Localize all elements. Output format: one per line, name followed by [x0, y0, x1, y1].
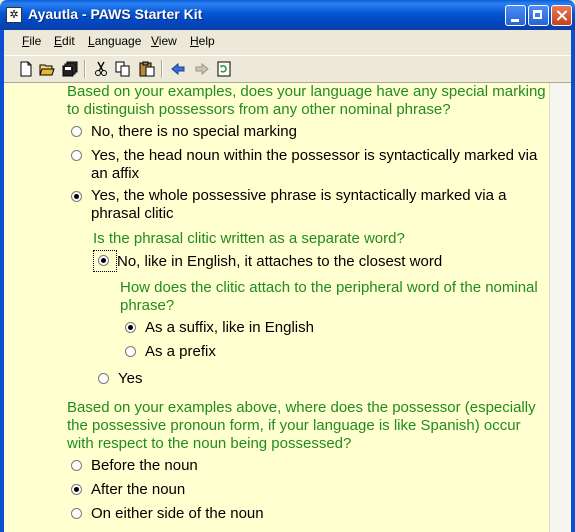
- question-possessor-marking: Based on your examples, does your langua…: [67, 83, 546, 118]
- option-label[interactable]: Yes, the whole possessive phrase is synt…: [91, 187, 541, 223]
- question-clitic-attach-position: How does the clitic attach to the periph…: [120, 279, 538, 314]
- minimize-button[interactable]: [505, 5, 526, 26]
- radio-before-noun[interactable]: [71, 460, 82, 471]
- copy-icon[interactable]: [115, 61, 131, 77]
- option-label[interactable]: As a prefix: [145, 343, 216, 361]
- menu-language[interactable]: Language: [88, 34, 141, 48]
- radio-head-noun-affix[interactable]: [71, 150, 82, 161]
- radio-clitic-separate-yes[interactable]: [98, 373, 109, 384]
- refresh-icon[interactable]: [216, 61, 232, 77]
- option-label[interactable]: After the noun: [91, 481, 185, 499]
- menu-edit[interactable]: Edit: [54, 34, 75, 48]
- title-bar[interactable]: ✲ Ayautla - PAWS Starter Kit: [0, 0, 575, 30]
- cut-icon[interactable]: [93, 61, 109, 77]
- menu-bar: File Edit Language View Help: [4, 30, 571, 52]
- menu-help[interactable]: Help: [190, 34, 215, 48]
- vertical-scrollbar[interactable]: [549, 83, 571, 532]
- radio-as-prefix[interactable]: [125, 346, 136, 357]
- app-icon[interactable]: ✲: [6, 7, 22, 23]
- menu-view[interactable]: View: [151, 34, 177, 48]
- option-label[interactable]: Yes: [118, 370, 142, 388]
- radio-as-suffix[interactable]: [125, 322, 136, 333]
- option-label[interactable]: No, there is no special marking: [91, 123, 297, 141]
- question-possessor-position: Based on your examples above, where does…: [67, 399, 536, 452]
- maximize-button[interactable]: [528, 5, 549, 26]
- window-frame-right: [571, 30, 575, 532]
- paste-icon[interactable]: [139, 61, 155, 77]
- close-button[interactable]: [551, 5, 572, 26]
- option-label[interactable]: No, like in English, it attaches to the …: [117, 253, 442, 271]
- radio-phrasal-clitic[interactable]: [71, 191, 82, 202]
- open-icon[interactable]: [39, 61, 55, 77]
- radio-either-side[interactable]: [71, 508, 82, 519]
- window-title: Ayautla - PAWS Starter Kit: [28, 6, 203, 22]
- question-clitic-separate-word: Is the phrasal clitic written as a separ…: [93, 230, 405, 247]
- option-label[interactable]: On either side of the noun: [91, 505, 264, 523]
- toolbar: [4, 55, 571, 83]
- save-all-icon[interactable]: [62, 61, 78, 77]
- new-icon[interactable]: [18, 61, 34, 77]
- radio-clitic-attaches[interactable]: [98, 255, 109, 266]
- radio-after-noun[interactable]: [71, 484, 82, 495]
- back-icon[interactable]: [170, 61, 186, 77]
- option-label[interactable]: Yes, the head noun within the possessor …: [91, 147, 541, 183]
- menu-file[interactable]: File: [22, 34, 41, 48]
- option-label[interactable]: As a suffix, like in English: [145, 319, 314, 337]
- questionnaire-panel: Based on your examples, does your langua…: [4, 83, 549, 532]
- forward-icon[interactable]: [194, 61, 210, 77]
- radio-no-special-marking[interactable]: [71, 126, 82, 137]
- option-label[interactable]: Before the noun: [91, 457, 198, 475]
